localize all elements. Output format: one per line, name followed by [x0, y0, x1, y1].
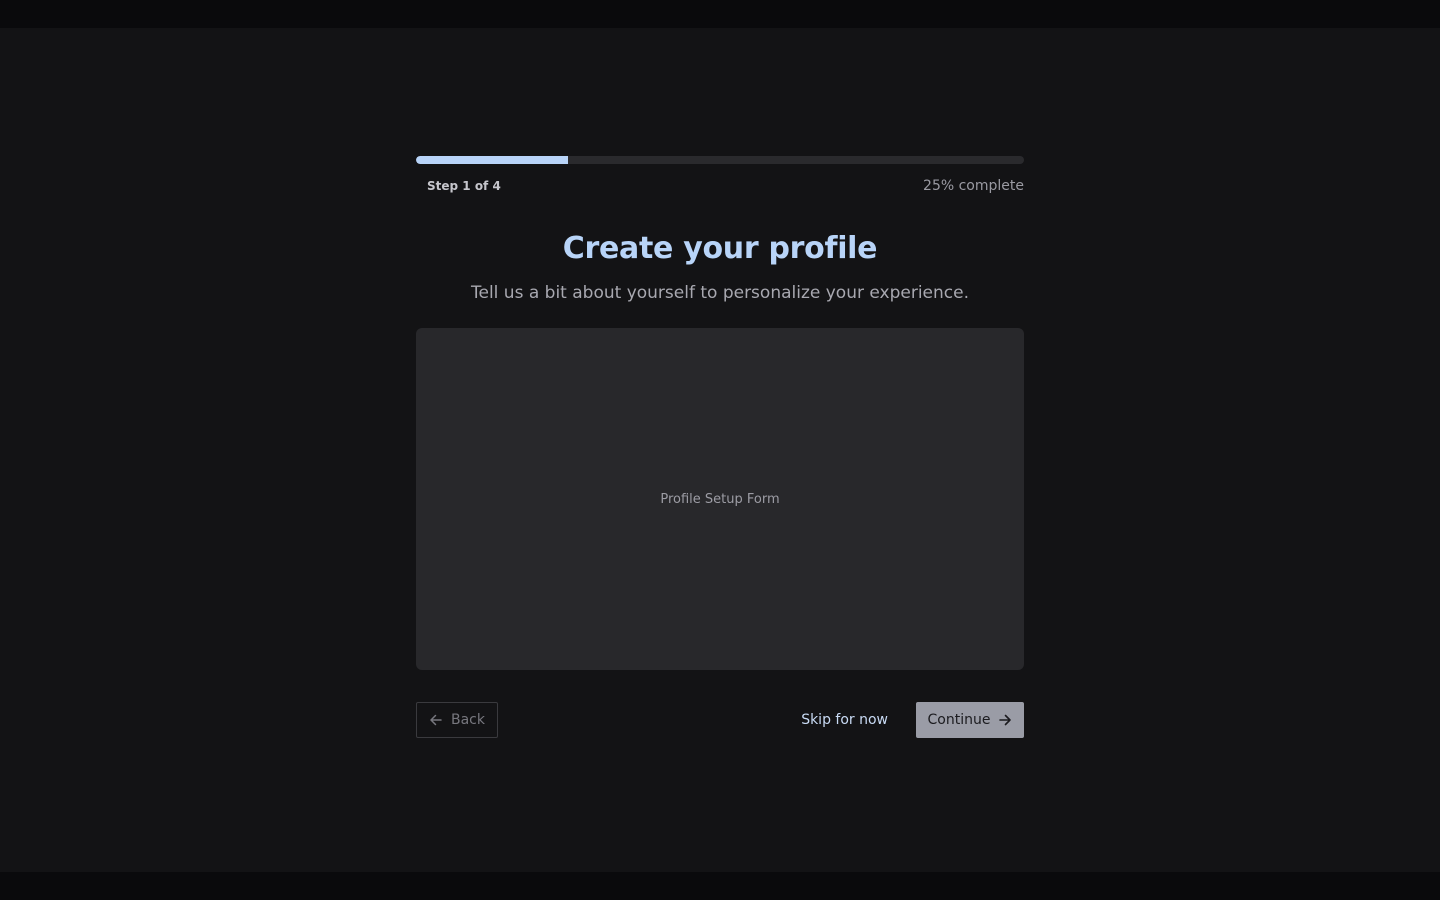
- progress-bar: [416, 156, 1024, 164]
- progress-percent: 25% complete: [923, 178, 1024, 194]
- continue-button-label: Continue: [927, 712, 991, 728]
- bottom-bar: [0, 872, 1440, 900]
- progress-bar-fill: [416, 156, 568, 164]
- progress-meta: Step 1 of 4 25% complete: [416, 176, 1024, 196]
- top-bar: [0, 0, 1440, 28]
- back-button-label: Back: [451, 712, 485, 728]
- skip-button[interactable]: Skip for now: [793, 712, 896, 728]
- primary-actions: Skip for now Continue: [793, 702, 1024, 738]
- back-button[interactable]: Back: [416, 702, 498, 738]
- step-indicator: Step 1 of 4: [427, 179, 501, 193]
- onboarding-stage: Step 1 of 4 25% complete Create your pro…: [0, 28, 1440, 872]
- profile-setup-form[interactable]: Profile Setup Form: [416, 328, 1024, 670]
- arrow-left-icon: [429, 713, 443, 727]
- continue-button[interactable]: Continue: [916, 702, 1024, 738]
- page-title: Create your profile: [562, 231, 878, 266]
- onboarding-wizard: Step 1 of 4 25% complete Create your pro…: [416, 156, 1024, 738]
- wizard-actions: Back Skip for now Continue: [416, 702, 1024, 738]
- arrow-right-icon: [998, 713, 1012, 727]
- form-placeholder-label: Profile Setup Form: [660, 491, 780, 507]
- page-subtitle: Tell us a bit about yourself to personal…: [471, 283, 969, 303]
